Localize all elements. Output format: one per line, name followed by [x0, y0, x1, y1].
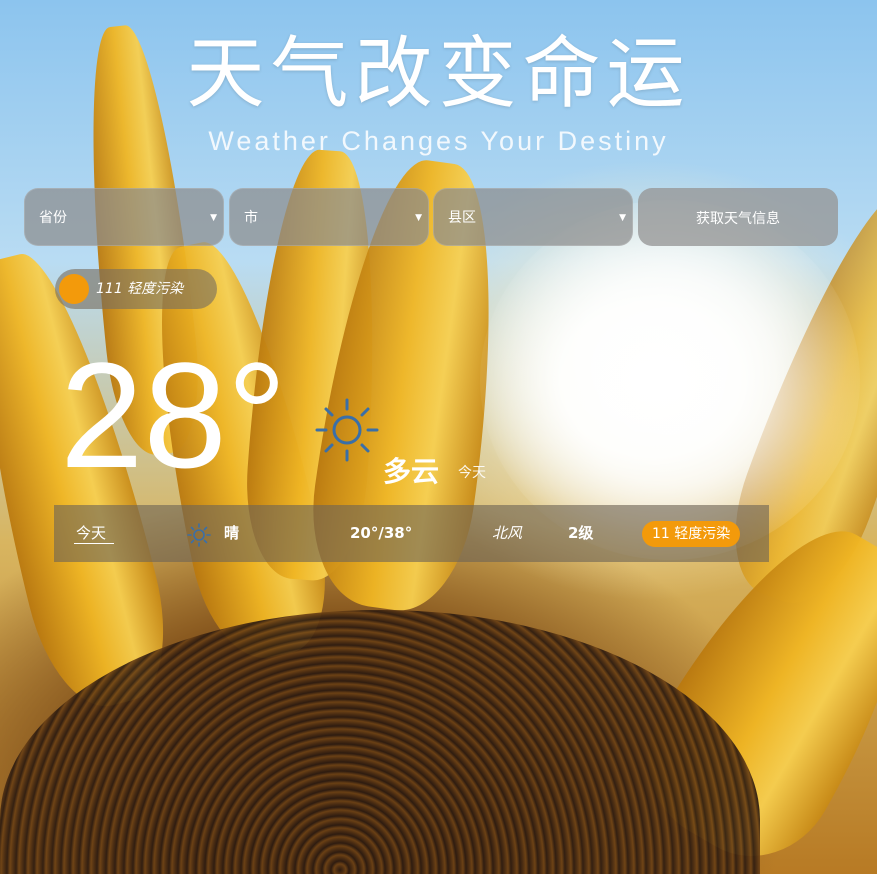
page-subtitle: Weather Changes Your Destiny — [208, 126, 669, 156]
forecast-wind-direction: 北风 — [492, 524, 523, 542]
city-select-label: 市 — [244, 210, 258, 226]
forecast-wind-level: 2级 — [568, 524, 594, 542]
forecast-weather: 晴 — [224, 524, 240, 542]
location-selectors: 省份 ▼ 市 ▼ 县区 ▼ 获取天气信息 — [24, 188, 839, 248]
forecast-row: 今天 晴 20°/38° 北风 2级 11 轻度污染 — [54, 505, 769, 562]
get-weather-button[interactable]: 获取天气信息 — [638, 188, 838, 246]
forecast-temperature-range: 20°/38° — [350, 524, 413, 542]
chevron-down-icon: ▼ — [210, 213, 217, 223]
current-temperature: 28° — [60, 331, 287, 499]
forecast-day-underline — [74, 543, 114, 544]
province-select[interactable]: 省份 ▼ — [24, 188, 224, 246]
weather-page: 天气改变命运 Weather Changes Your Destiny 省份 ▼… — [0, 0, 877, 874]
sun-icon — [187, 523, 211, 547]
city-select[interactable]: 市 ▼ — [229, 188, 429, 246]
district-select-label: 县区 — [448, 210, 476, 226]
district-select[interactable]: 县区 ▼ — [433, 188, 633, 246]
aqi-indicator: 111 轻度污染 — [55, 269, 217, 309]
current-condition: 多云 — [383, 455, 440, 488]
forecast-aqi-badge: 11 轻度污染 — [642, 521, 741, 547]
chevron-down-icon: ▼ — [619, 213, 626, 223]
page-title: 天气改变命运 — [186, 29, 691, 119]
chevron-down-icon: ▼ — [415, 213, 422, 223]
aqi-dot-icon — [59, 274, 89, 304]
province-select-label: 省份 — [39, 210, 67, 226]
forecast-day-link[interactable]: 今天 — [76, 505, 106, 562]
aqi-text: 111 轻度污染 — [96, 281, 184, 297]
sun-icon — [315, 398, 379, 462]
current-note: 今天 — [458, 465, 486, 481]
